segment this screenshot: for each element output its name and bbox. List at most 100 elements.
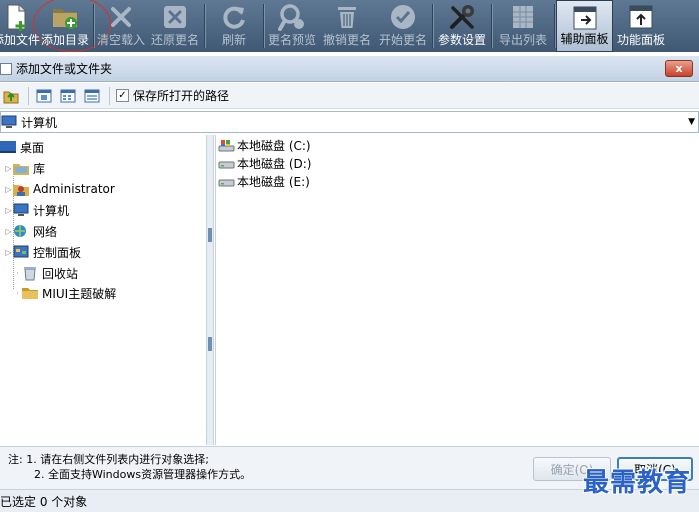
start-rename-button[interactable]: 开始更名 [375, 0, 431, 52]
network-icon [13, 223, 29, 239]
note-line-1: 1. 请在右侧文件列表内进行对象选择; [26, 453, 209, 466]
dialog-title: 添加文件或文件夹 [16, 62, 113, 76]
up-folder-button[interactable] [2, 87, 20, 105]
clear-x-icon [111, 7, 131, 27]
undo-rename-label: 撤销更名 [322, 33, 371, 47]
drive-d[interactable]: 本地磁盘 (D:) [218, 155, 311, 172]
tree-item-library[interactable]: ▷ 库 [4, 159, 45, 177]
view-large-icons-button[interactable] [35, 87, 53, 105]
chevron-down-icon[interactable]: ▼ [688, 117, 695, 127]
tree-item-computer[interactable]: ▷ 计算机 [4, 201, 69, 219]
list-view-icon [84, 89, 100, 102]
add-file-button[interactable]: 添加文件 [0, 0, 41, 52]
drive-e[interactable]: 本地磁盘 (E:) [218, 173, 310, 190]
preview-search-icon [278, 4, 304, 31]
settings-button[interactable]: 参数设置 [434, 0, 490, 52]
drive-icon [218, 179, 235, 186]
tree-item-control-panel[interactable]: ▷ 控制面板 [4, 243, 81, 261]
refresh-label: 刷新 [221, 33, 246, 47]
dialog-app-icon [0, 62, 12, 75]
add-folder-icon [53, 9, 77, 29]
path-value: 计算机 [21, 115, 58, 130]
refresh-icon [223, 6, 245, 29]
tree-item-label: 桌面 [20, 140, 45, 155]
function-panel-button[interactable]: 功能面板 [613, 0, 669, 52]
export-list-button[interactable]: 导出列表 [493, 0, 553, 52]
dialog-titlebar: 添加文件或文件夹 x [0, 56, 699, 82]
add-folder-button[interactable]: 添加目录 [38, 0, 92, 52]
export-list-icon [513, 6, 533, 28]
toolbar-divider [491, 4, 492, 48]
close-button[interactable]: x [665, 60, 693, 77]
aux-panel-icon [573, 6, 596, 30]
refresh-button[interactable]: 刷新 [206, 0, 262, 52]
toolbar-divider [93, 4, 94, 48]
aux-panel-label: 辅助面板 [560, 32, 609, 46]
desktop-icon [0, 139, 16, 155]
toolbar-divider [109, 86, 110, 105]
rename-preview-label: 更名预览 [267, 33, 316, 47]
tree-connector: · [16, 268, 19, 278]
tree-item-desktop[interactable]: 桌面 [0, 138, 44, 156]
up-folder-icon [3, 91, 19, 103]
start-rename-label: 开始更名 [378, 33, 427, 47]
tree-item-administrator[interactable]: ▷ Administrator [4, 180, 115, 198]
folder-tree: 桌面 ▷ 库 ▷ Administrator ▷ 计算机 ▷ 网络 ▷ 控制面板 [0, 135, 207, 445]
toolbar-divider [204, 4, 205, 48]
tree-item-label: 网络 [33, 224, 58, 239]
note-prefix: 注: [8, 453, 23, 466]
settings-label: 参数设置 [437, 33, 486, 47]
restore-rename-button[interactable]: 还原更名 [147, 0, 203, 52]
tree-item-label: MIUI主题破解 [42, 286, 117, 301]
restore-rename-label: 还原更名 [150, 33, 199, 47]
file-list: 本地磁盘 (C:) 本地磁盘 (D:) 本地磁盘 (E:) [215, 135, 699, 445]
view-list-button[interactable] [83, 87, 101, 105]
start-check-icon [391, 5, 415, 29]
rename-preview-button[interactable]: 更名预览 [265, 0, 319, 52]
library-icon [13, 160, 29, 176]
small-icons-view-icon [60, 89, 76, 102]
system-drive-icon [218, 139, 235, 151]
add-file-icon [7, 4, 26, 31]
computer-icon [1, 115, 17, 128]
clear-load-button[interactable]: 清空载入 [95, 0, 147, 52]
toolbar-divider [432, 4, 433, 48]
add-file-label: 添加文件 [0, 33, 41, 47]
panel-splitter[interactable] [207, 135, 214, 445]
large-icons-view-icon [36, 89, 52, 102]
computer-icon [13, 202, 29, 218]
tree-item-network[interactable]: ▷ 网络 [4, 222, 57, 240]
drive-label: 本地磁盘 (E:) [237, 175, 310, 189]
restore-x-icon [164, 6, 186, 28]
close-icon: x [675, 62, 683, 75]
expand-arrow-icon[interactable]: ▷ [4, 185, 13, 194]
toolbar-divider [28, 86, 29, 105]
help-note: 注: 1. 请在右侧文件列表内进行对象选择; 2. 全面支持Windows资源管… [8, 452, 251, 482]
toolbar-divider [263, 4, 264, 48]
save-path-checkbox[interactable]: ✓ [116, 89, 129, 102]
view-small-icons-button[interactable] [59, 87, 77, 105]
tree-item-miui-folder[interactable]: · MIUI主题破解 [13, 284, 116, 302]
aux-panel-button[interactable]: 辅助面板 [556, 0, 613, 52]
expand-arrow-icon[interactable]: ▷ [4, 248, 13, 257]
export-list-label: 导出列表 [498, 33, 547, 47]
tree-connector: · [16, 288, 19, 298]
recycle-bin-icon [22, 265, 38, 281]
dialog-toolbar: ✓ 保存所打开的路径 [0, 83, 699, 109]
selection-status: 已选定 0 个对象 [0, 494, 88, 509]
clear-load-label: 清空载入 [96, 33, 145, 47]
add-folder-label: 添加目录 [40, 33, 89, 47]
expand-arrow-icon[interactable]: ▷ [4, 164, 13, 173]
tree-item-label: 库 [33, 161, 46, 176]
drive-c[interactable]: 本地磁盘 (C:) [218, 137, 311, 154]
undo-trash-icon [338, 7, 356, 28]
drive-label: 本地磁盘 (C:) [237, 139, 311, 153]
user-icon [13, 181, 29, 197]
undo-rename-button[interactable]: 撤销更名 [319, 0, 375, 52]
watermark-logo: 最需教育 [582, 468, 691, 498]
expand-arrow-icon[interactable]: ▷ [4, 206, 13, 215]
path-dropdown[interactable]: 计算机 ▼ [0, 111, 699, 133]
splitter-grip [208, 337, 212, 351]
tree-item-recycle-bin[interactable]: · 回收站 [13, 264, 78, 282]
expand-arrow-icon[interactable]: ▷ [4, 227, 13, 236]
